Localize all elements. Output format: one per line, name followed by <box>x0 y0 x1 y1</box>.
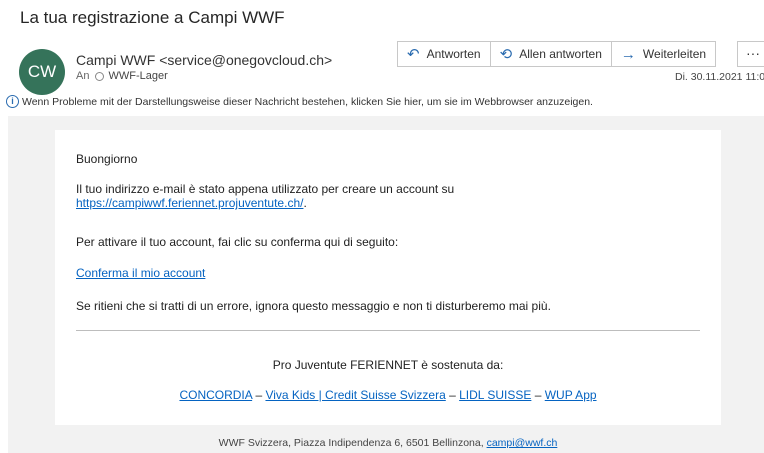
url-suffix: . <box>303 196 307 210</box>
forward-icon: → <box>620 45 636 63</box>
presence-icon <box>95 71 105 81</box>
sponsor-separator: – <box>252 388 266 402</box>
sponsored-by-text: Pro Juventute FERIENNET è sostenuta da: <box>272 358 504 372</box>
sender-avatar: CW <box>19 49 65 95</box>
reply-all-label: Allen antworten <box>519 47 602 61</box>
footer: WWF Svizzera, Piazza Indipendenza 6, 650… <box>55 437 721 449</box>
divider <box>76 330 700 331</box>
info-icon: i <box>6 95 19 108</box>
sponsor-separator: – <box>531 388 545 402</box>
recipient-line: An WWF-Lager <box>76 70 168 82</box>
forward-label: Weiterleiten <box>642 47 707 61</box>
sender-name[interactable]: Campi WWF <service@onegovcloud.ch> <box>76 52 332 68</box>
sponsor-links: CONCORDIA – Viva Kids | Credit Suisse Sv… <box>55 388 721 402</box>
message-actions: ↶ Antworten ⟲ Allen antworten → Weiterle… <box>397 41 717 67</box>
url-line: https://campiwwf.feriennet.projuventute.… <box>76 196 307 210</box>
sponsor-link[interactable]: WUP App <box>545 388 597 402</box>
reply-button[interactable]: ↶ Antworten <box>397 41 491 67</box>
greeting: Buongiorno <box>76 152 138 166</box>
sponsor-separator: – <box>445 388 460 402</box>
reply-label: Antworten <box>426 47 481 61</box>
activate-text: Per attivare il tuo account, fai clic su… <box>76 235 399 249</box>
reply-all-button[interactable]: ⟲ Allen antworten <box>489 41 612 67</box>
more-actions-button[interactable]: ··· <box>737 41 764 67</box>
sponsor-link[interactable]: CONCORDIA <box>179 388 252 402</box>
confirm-account-link[interactable]: Conferma il mio account <box>76 266 205 280</box>
info-bar-text: Wenn Probleme mit der Darstellungsweise … <box>22 95 593 108</box>
intro-text: Il tuo indirizzo e-mail è stato appena u… <box>76 182 455 196</box>
message-date: Di. 30.11.2021 11:08 <box>675 71 764 83</box>
sponsor-link[interactable]: LIDL SUISSE <box>459 388 531 402</box>
email-subject: La tua registrazione a Campi WWF <box>20 8 285 27</box>
forward-button[interactable]: → Weiterleiten <box>610 41 717 67</box>
error-text: Se ritieni che si tratti di un errore, i… <box>76 299 551 313</box>
reply-all-icon: ⟲ <box>499 46 513 63</box>
footer-email-link[interactable]: campi@wwf.ch <box>487 437 558 449</box>
sponsor-link[interactable]: Viva Kids | Credit Suisse Svizzera <box>265 388 445 402</box>
info-bar[interactable]: i Wenn Probleme mit der Darstellungsweis… <box>6 95 593 108</box>
recipient-name[interactable]: WWF-Lager <box>108 70 167 82</box>
reply-icon: ↶ <box>407 46 420 63</box>
footer-address: WWF Svizzera, Piazza Indipendenza 6, 650… <box>218 437 487 449</box>
to-label: An <box>76 70 90 82</box>
site-link[interactable]: https://campiwwf.feriennet.projuventute.… <box>76 196 303 210</box>
